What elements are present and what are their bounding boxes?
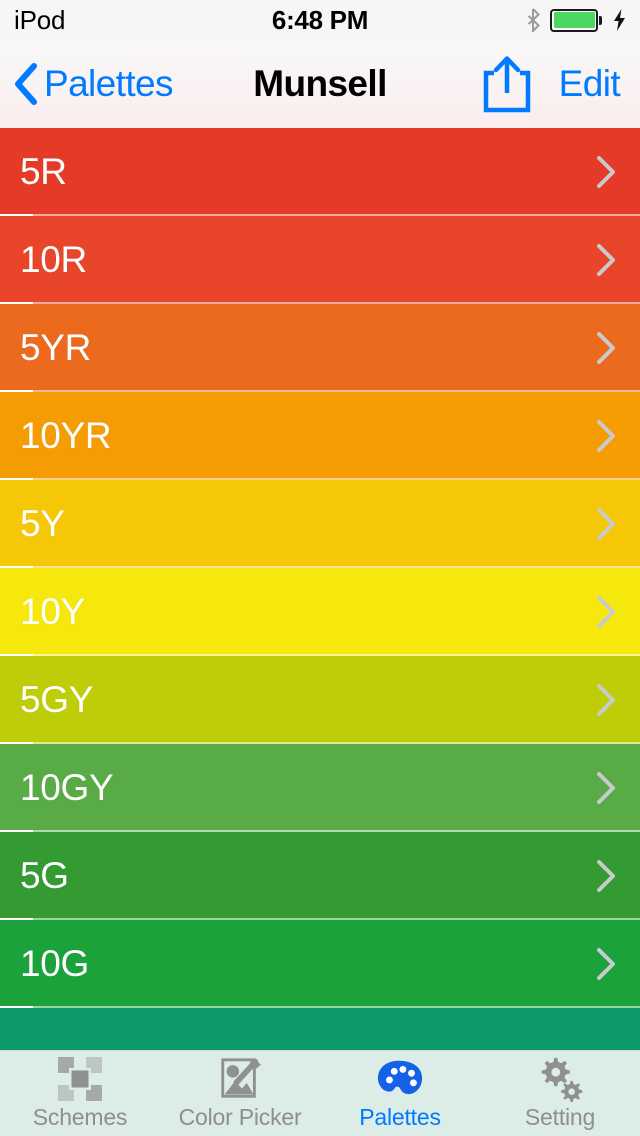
status-bar-indicators [527, 8, 626, 32]
chevron-right-icon [597, 596, 615, 628]
share-icon[interactable] [481, 55, 533, 113]
edit-button[interactable]: Edit [559, 63, 621, 105]
tab-label: Schemes [32, 1104, 128, 1130]
tab-bar: Schemes Color Picker Palettes Setting [0, 1050, 640, 1136]
chevron-right-icon [597, 508, 615, 540]
tab-label: Setting [524, 1104, 596, 1130]
palette-row[interactable]: 10G [0, 920, 640, 1008]
chevron-right-icon [597, 156, 615, 188]
back-button-label: Palettes [44, 63, 174, 104]
status-bar: iPod 6:48 PM [0, 0, 640, 40]
palette-row[interactable]: 5GY [0, 656, 640, 744]
eyedropper-photo-icon [217, 1056, 263, 1102]
palette-row[interactable]: 10R [0, 216, 640, 304]
tab-label: Color Picker [178, 1104, 302, 1130]
palette-row[interactable]: 10GY [0, 744, 640, 832]
gears-icon [537, 1056, 583, 1102]
charging-bolt-icon [614, 9, 625, 31]
chevron-right-icon [597, 684, 615, 716]
palette-row-label: 5GY [20, 679, 94, 720]
palette-row-label: 5YR [20, 327, 92, 368]
palette-row-label: 10G [20, 943, 90, 984]
palette-row[interactable]: 5R [0, 128, 640, 216]
chevron-right-icon [597, 948, 615, 980]
palette-list[interactable]: 5R 10R 5YR 10YR 5Y 10Y 5GY 10GY 5G 10G [0, 128, 640, 1050]
palette-icon [376, 1056, 424, 1102]
chevron-right-icon [597, 244, 615, 276]
palette-row[interactable]: 5G [0, 832, 640, 920]
palette-row-label: 10GY [20, 767, 114, 808]
navigation-bar: Palettes Munsell Edit [0, 40, 640, 128]
palette-row[interactable]: 10Y [0, 568, 640, 656]
tab-setting[interactable]: Setting [480, 1051, 640, 1136]
tab-color-picker[interactable]: Color Picker [160, 1051, 320, 1136]
tab-schemes[interactable]: Schemes [0, 1051, 160, 1136]
palette-row[interactable] [0, 1008, 640, 1050]
palette-row-label: 5G [20, 855, 69, 896]
chevron-right-icon [597, 860, 615, 892]
tab-palettes[interactable]: Palettes [320, 1051, 480, 1136]
palette-row-label: 10Y [20, 591, 85, 632]
battery-full-icon [550, 8, 602, 32]
bluetooth-icon [527, 8, 540, 32]
palette-row[interactable]: 10YR [0, 392, 640, 480]
tab-label: Palettes [359, 1104, 441, 1130]
app-screen: iPod 6:48 PM Palettes Munsell Edit 5R 10… [0, 0, 640, 1136]
chevron-right-icon [597, 332, 615, 364]
chevron-left-icon [15, 63, 37, 105]
palette-row[interactable]: 5YR [0, 304, 640, 392]
navigation-bar-actions: Edit [481, 55, 640, 113]
chevron-right-icon [597, 420, 615, 452]
palette-row-label: 10R [20, 239, 87, 280]
schemes-grid-icon [57, 1056, 103, 1102]
palette-row-label: 5R [20, 151, 67, 192]
chevron-right-icon [597, 772, 615, 804]
back-button[interactable]: Palettes [0, 63, 174, 105]
palette-row-label: 5Y [20, 503, 65, 544]
palette-row-label: 10YR [20, 415, 112, 456]
palette-row[interactable]: 5Y [0, 480, 640, 568]
